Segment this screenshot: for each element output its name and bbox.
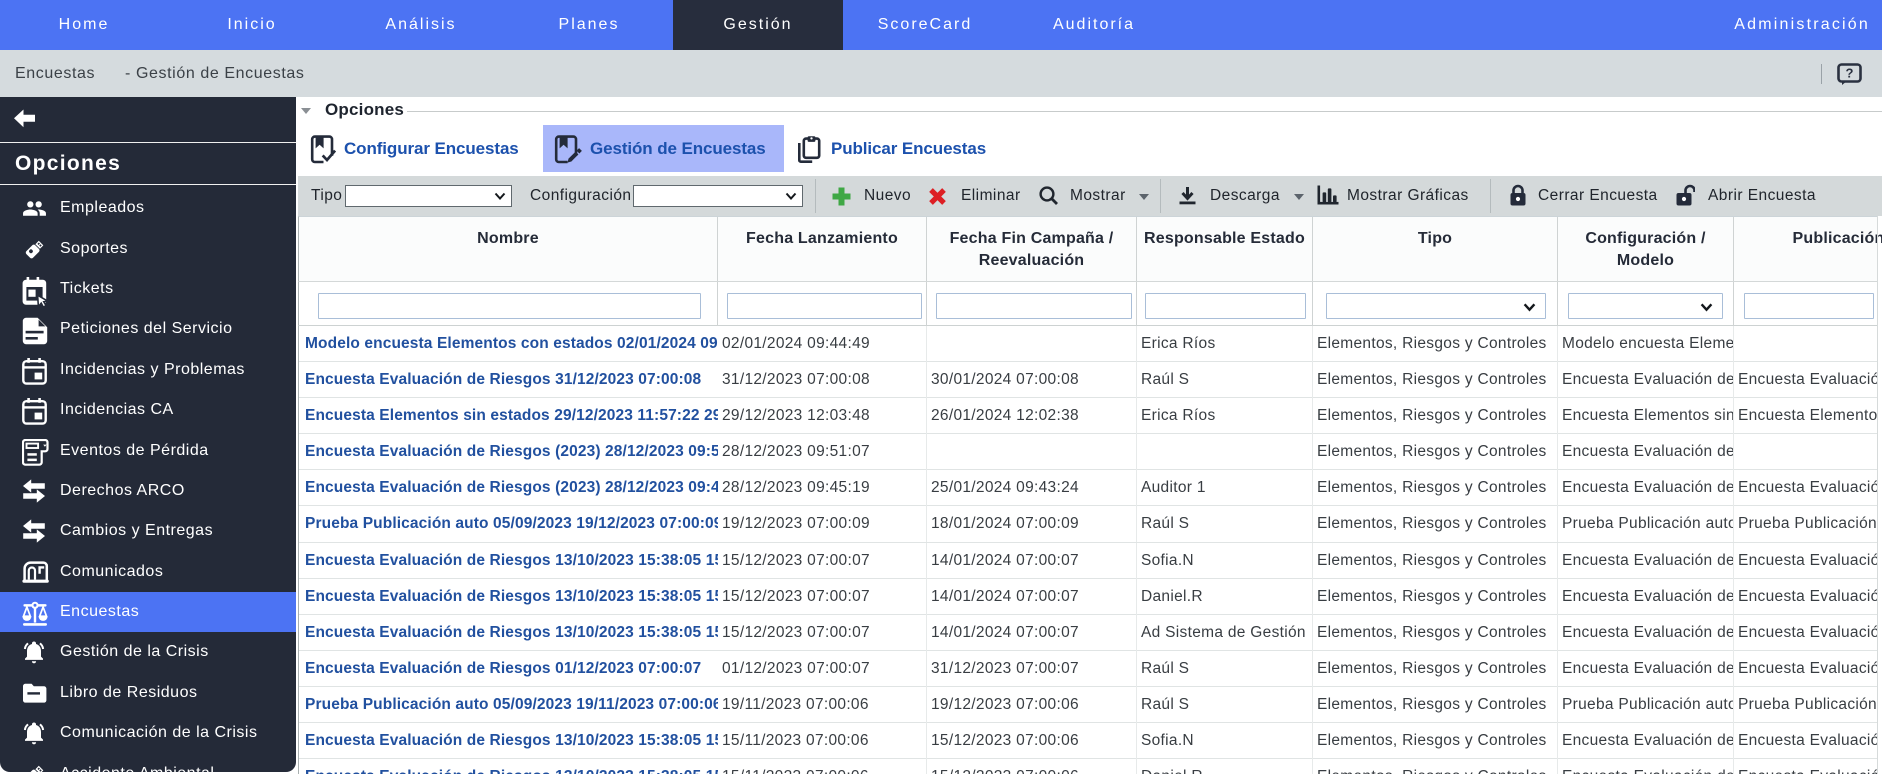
svg-text:?: ? <box>1846 66 1854 81</box>
